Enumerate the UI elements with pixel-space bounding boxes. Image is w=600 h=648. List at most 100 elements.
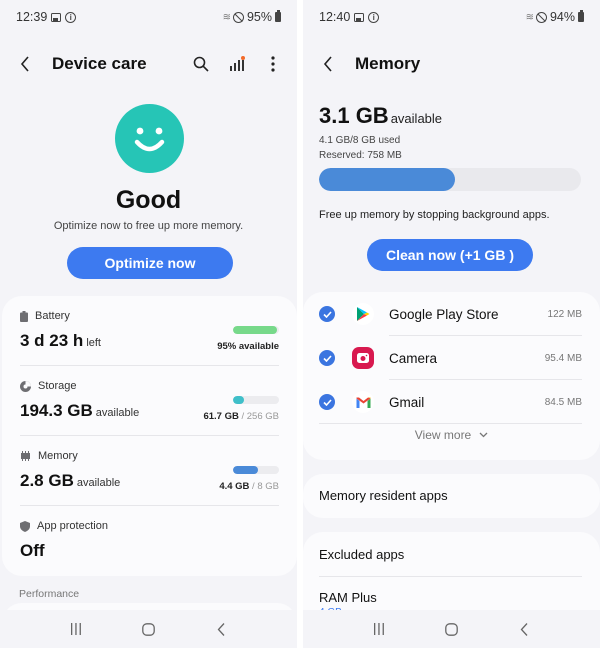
memory-label: Memory <box>38 450 78 462</box>
app-row[interactable]: Gmail 84.5 MB <box>303 380 600 424</box>
app-protection-label: App protection <box>37 520 108 532</box>
checkmark-icon <box>322 398 332 406</box>
recents-icon <box>374 623 385 635</box>
checkmark-icon <box>322 310 332 318</box>
battery-label: Battery <box>35 310 70 322</box>
info-notification-icon: i <box>65 11 77 23</box>
status-time: 12:40 <box>319 10 351 24</box>
app-size: 84.5 MB <box>544 396 582 408</box>
do-not-disturb-icon <box>232 11 244 23</box>
navigation-bar <box>0 610 297 648</box>
wifi-icon: ≋ <box>525 11 534 23</box>
memory-unit: available <box>76 477 121 489</box>
clean-now-button[interactable]: Clean now (+1 GB ) <box>367 239 533 271</box>
more-options-button[interactable] <box>263 54 283 74</box>
home-button[interactable] <box>436 617 466 641</box>
recents-button[interactable] <box>364 617 394 641</box>
memory-usage-bar-fill <box>319 168 456 191</box>
chevron-left-icon <box>20 56 29 72</box>
memory-chip-icon <box>21 451 30 461</box>
back-icon <box>520 622 528 636</box>
storage-bar <box>233 396 279 404</box>
memory-available: 3.1 GB available <box>319 103 442 129</box>
memory-available-unit: available <box>390 111 443 126</box>
battery-icon <box>275 10 281 22</box>
search-button[interactable] <box>191 54 211 74</box>
nav-back-button[interactable] <box>509 617 539 641</box>
memory-row[interactable]: Memory 2.8 GB available 4.4 GB / 8 GB <box>20 436 279 506</box>
memory-resident-apps-label: Memory resident apps <box>319 488 448 503</box>
storage-label: Storage <box>38 380 77 392</box>
page-title: Memory <box>355 54 421 73</box>
battery-percent: 95% <box>246 10 272 24</box>
memory-reserved-text: Reserved: 758 MB <box>319 150 402 161</box>
wifi-icon: ≋ <box>222 11 231 23</box>
app-checkbox[interactable] <box>319 394 335 410</box>
status-time: 12:39 <box>16 10 48 24</box>
storage-total: / 256 GB <box>238 411 279 422</box>
battery-unit: left <box>86 337 101 349</box>
app-name: Camera <box>389 350 438 366</box>
app-row[interactable]: Google Play Store 122 MB <box>303 292 600 336</box>
app-size: 122 MB <box>547 308 582 320</box>
optimize-now-button[interactable]: Optimize now <box>67 247 233 279</box>
play-store-icon <box>352 303 374 325</box>
nav-back-button[interactable] <box>206 617 236 641</box>
app-checkbox[interactable] <box>319 306 335 322</box>
storage-bar-fill <box>233 396 245 404</box>
divider <box>319 423 582 424</box>
checkmark-icon <box>322 354 332 362</box>
back-icon <box>217 622 225 636</box>
diagnostics-button[interactable] <box>227 54 247 74</box>
battery-bar-fill <box>233 326 277 334</box>
view-more-button[interactable]: View more <box>303 428 600 442</box>
info-notification-icon: i <box>368 11 380 23</box>
storage-used: 61.7 GB <box>203 411 239 422</box>
device-care-screen: 12:39 i ≋ 95% Device care Good Optimize … <box>0 0 297 648</box>
home-button[interactable] <box>133 617 163 641</box>
back-button[interactable] <box>317 53 339 75</box>
status-description: Optimize now to free up more memory. <box>53 220 244 232</box>
storage-pie-icon <box>20 380 31 392</box>
background-apps-card: Google Play Store 122 MB Camera 95.4 MB … <box>303 292 600 460</box>
camera-icon <box>352 347 374 369</box>
app-row[interactable]: Camera 95.4 MB <box>303 336 600 380</box>
app-bar: Device care <box>0 44 297 84</box>
navigation-bar <box>303 610 600 648</box>
page-title: Device care <box>52 54 147 73</box>
smiley-face-icon <box>115 104 184 173</box>
gallery-notification-icon <box>51 12 62 22</box>
app-size: 95.4 MB <box>544 352 582 364</box>
memory-total: / 8 GB <box>249 481 279 492</box>
memory-used: 4.4 GB <box>219 481 250 492</box>
performance-section-label: Performance <box>19 588 80 600</box>
memory-screen: 12:40 i ≋ 94% Memory 3.1 GB available 4.1… <box>303 0 600 648</box>
memory-bar <box>233 466 279 474</box>
ram-plus-item[interactable]: RAM Plus <box>319 590 377 605</box>
memory-value: 2.8 GB <box>20 471 74 490</box>
status-bar: 12:40 i ≋ 94% <box>303 0 600 34</box>
app-bar: Memory <box>303 44 600 84</box>
more-vert-icon <box>271 56 275 72</box>
battery-icon <box>20 310 28 322</box>
memory-resident-apps-item[interactable]: Memory resident apps <box>303 474 600 518</box>
back-button[interactable] <box>14 53 36 75</box>
divider <box>319 576 582 577</box>
app-checkbox[interactable] <box>319 350 335 366</box>
battery-value: 3 d 23 h <box>20 331 84 350</box>
excluded-apps-item[interactable]: Excluded apps <box>319 547 404 562</box>
app-protection-value: Off <box>20 541 45 560</box>
recents-icon <box>71 623 82 635</box>
do-not-disturb-icon <box>535 11 547 23</box>
storage-unit: available <box>95 407 140 419</box>
memory-usage-bar <box>319 168 581 191</box>
shield-icon <box>20 520 30 532</box>
storage-row[interactable]: Storage 194.3 GB available 61.7 GB / 256 … <box>20 366 279 436</box>
battery-row[interactable]: Battery 3 d 23 h left 95% available <box>20 296 279 366</box>
chevron-left-icon <box>323 56 332 72</box>
app-protection-row[interactable]: App protection Off <box>20 506 279 576</box>
memory-available-value: 3.1 GB <box>319 103 389 128</box>
recents-button[interactable] <box>61 617 91 641</box>
chevron-down-icon <box>479 432 488 438</box>
battery-icon <box>578 10 584 22</box>
